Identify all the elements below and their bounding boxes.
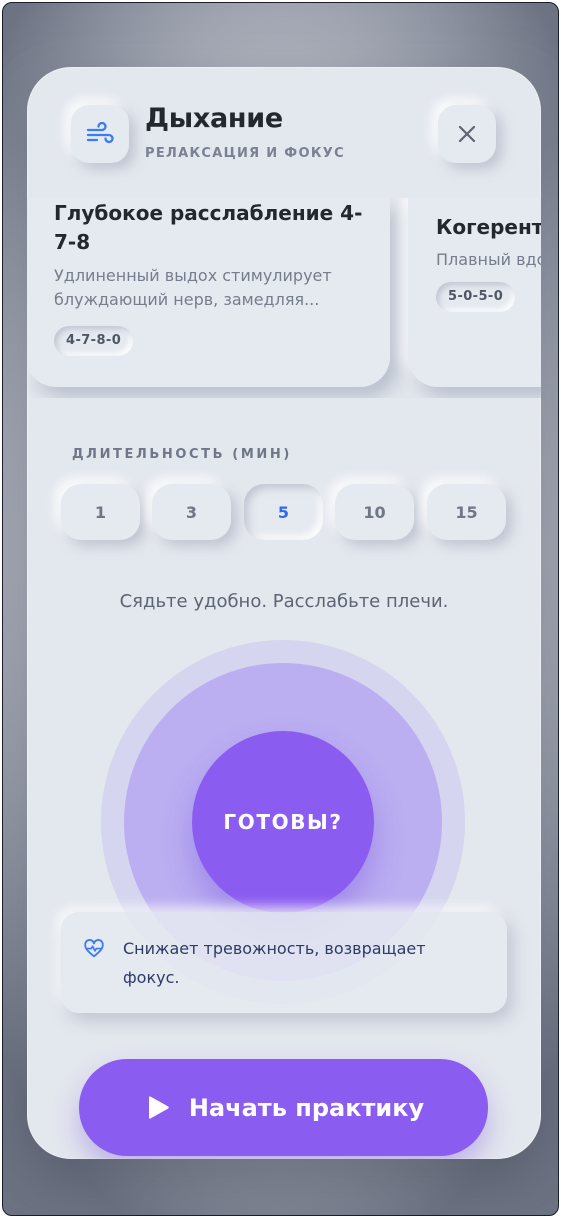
technique-carousel[interactable]: Глубокое расслабление 4-7-8 Удлиненный в… xyxy=(27,198,541,398)
duration-label: ДЛИТЕЛЬНОСТЬ (МИН) xyxy=(72,447,292,462)
technique-title: Глубокое расслабление 4-7-8 xyxy=(54,201,363,254)
breath-core-button[interactable]: ГОТОВЫ? xyxy=(192,731,374,913)
app-backdrop: Дыхание РЕЛАКСАЦИЯ И ФОКУС Глубокое расс… xyxy=(2,2,559,1216)
page-title: Дыхание xyxy=(145,103,283,134)
technique-description: Удлиненный выдох стимулирует блуждающий … xyxy=(54,266,332,309)
start-button-label: Начать практику xyxy=(188,1093,425,1122)
play-icon xyxy=(148,1095,169,1119)
duration-option[interactable]: 15 xyxy=(427,484,506,540)
duration-option-selected[interactable]: 5 xyxy=(244,484,323,540)
close-icon xyxy=(458,125,476,143)
benefit-text: Снижает тревожность, возвращает фокус. xyxy=(123,939,426,987)
duration-selector: 1 3 5 10 15 xyxy=(61,484,507,540)
duration-option[interactable]: 1 xyxy=(61,484,140,540)
technique-card[interactable]: Когерент Плавный вдо задержек. Га 5-0-5-… xyxy=(408,198,541,387)
technique-title: Когерент xyxy=(436,215,541,239)
technique-pattern-badge: 5-0-5-0 xyxy=(436,282,516,312)
header-icon-tile xyxy=(71,105,129,163)
breath-state-label: ГОТОВЫ? xyxy=(223,810,343,834)
duration-option[interactable]: 10 xyxy=(335,484,414,540)
technique-pattern-badge: 4-7-8-0 xyxy=(54,326,134,356)
start-practice-button[interactable]: Начать практику xyxy=(79,1059,488,1156)
wind-icon xyxy=(86,122,114,144)
benefit-card: Снижает тревожность, возвращает фокус. xyxy=(61,912,507,1013)
heart-pulse-icon xyxy=(84,939,104,958)
close-button[interactable] xyxy=(438,105,496,163)
page-subtitle: РЕЛАКСАЦИЯ И ФОКУС xyxy=(145,146,345,161)
breathing-sheet: Дыхание РЕЛАКСАЦИЯ И ФОКУС Глубокое расс… xyxy=(27,67,541,1159)
duration-option[interactable]: 3 xyxy=(152,484,231,540)
instruction-text: Сядьте удобно. Расслабьте плечи. xyxy=(119,591,449,612)
technique-description: Плавный вдо задержек. Га xyxy=(436,250,541,269)
technique-card[interactable]: Глубокое расслабление 4-7-8 Удлиненный в… xyxy=(27,198,390,387)
